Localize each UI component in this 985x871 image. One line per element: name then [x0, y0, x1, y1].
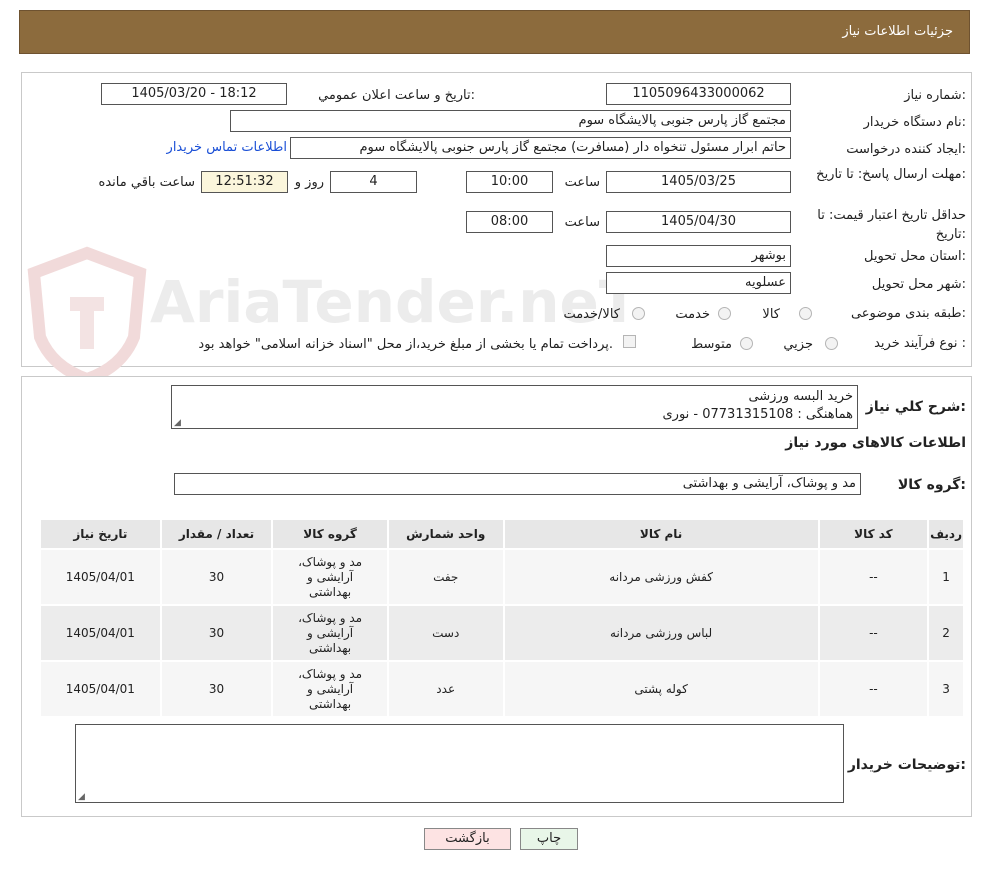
cell-date: 1405/04/01 — [39, 548, 162, 606]
cell-name: کفش ورزشی مردانه — [502, 548, 820, 606]
need-number-field: 1105096433000062 — [606, 83, 791, 105]
city-field: عسلویه — [606, 272, 791, 294]
summary-line-2: هماهنگی : 07731315108 - نوری — [662, 407, 853, 422]
cell-code: -- — [817, 604, 930, 662]
category-service-label: خدمت — [675, 307, 710, 322]
treasury-note: پرداخت تمام یا بخشی از مبلغ خرید،از محل … — [198, 337, 613, 352]
cell-row: 3 — [927, 660, 965, 718]
process-partial-label: جزیي — [783, 337, 813, 352]
cell-row: 1 — [927, 548, 965, 606]
table-row: 1 -- کفش ورزشی مردانه جفت مد و پوشاک، آر… — [39, 548, 965, 606]
need-number-label: شماره نیاز: — [904, 88, 966, 103]
page-title: جزئیات اطلاعات نیاز — [842, 24, 953, 39]
cell-group: مد و پوشاک، آرایشی و بهداشتی — [271, 604, 389, 662]
resize-grip-icon[interactable]: ◢ — [78, 792, 85, 802]
col-group: گروه کالا — [271, 518, 389, 550]
city-label: شهر محل تحويل: — [871, 277, 966, 292]
requester-field: حاتم ابرار مسئول تنخواه دار (مسافرت) مجت… — [290, 137, 791, 159]
goods-section-title: اطلاعات کالاهای مورد نیاز — [785, 435, 966, 451]
process-type-label: نوع فرآيند خريد : — [874, 336, 966, 351]
process-medium-radio[interactable] — [740, 337, 753, 350]
category-service-radio[interactable] — [718, 307, 731, 320]
goods-group-label: گروه کالا: — [897, 477, 966, 493]
watermark-logo-icon — [22, 245, 152, 386]
cell-unit: دست — [386, 604, 505, 662]
goods-group-field: مد و پوشاک، آرایشی و بهداشتی — [174, 473, 861, 495]
buyer-org-label: نام دستگاه خريدار: — [863, 115, 966, 130]
watermark-text: AriaTender.neT — [150, 268, 639, 336]
cell-code: -- — [817, 660, 930, 718]
col-date: تاریخ نیاز — [39, 518, 162, 550]
remaining-days-field: 4 — [330, 171, 417, 193]
announce-datetime-field: 1405/03/20 - 18:12 — [101, 83, 287, 105]
summary-label: شرح كلي نياز: — [865, 399, 966, 415]
col-name: نام کالا — [502, 518, 820, 550]
remaining-time-label: ساعت باقي مانده — [98, 175, 195, 190]
process-medium-label: متوسط — [691, 337, 732, 352]
reply-deadline-time-field: 10:00 — [466, 171, 553, 193]
province-field: بوشهر — [606, 245, 791, 267]
buyer-notes-textarea[interactable]: ◢ — [75, 724, 844, 803]
province-label: استان محل تحويل: — [864, 249, 966, 264]
col-qty: تعداد / مقدار — [159, 518, 274, 550]
summary-line-1: خرید البسه ورزشی — [748, 389, 853, 404]
reply-deadline-time-label: ساعت — [564, 175, 600, 190]
col-code: کد کالا — [817, 518, 930, 550]
price-validity-time-field: 08:00 — [466, 211, 553, 233]
back-button[interactable]: بازگشت — [424, 828, 511, 850]
resize-grip-icon[interactable]: ◢ — [174, 418, 181, 428]
reply-deadline-date-field: 1405/03/25 — [606, 171, 791, 193]
category-label: طبقه بندی موضوعی: — [850, 306, 966, 321]
print-button[interactable]: چاپ — [520, 828, 578, 850]
cell-unit: جفت — [386, 548, 505, 606]
cell-qty: 30 — [159, 548, 274, 606]
cell-qty: 30 — [159, 604, 274, 662]
remaining-time-field: 12:51:32 — [201, 171, 288, 193]
cell-name: لباس ورزشی مردانه — [502, 604, 820, 662]
price-validity-date-field: 1405/04/30 — [606, 211, 791, 233]
buyer-notes-label: توضیحات خریدار: — [847, 757, 966, 773]
cell-row: 2 — [927, 604, 965, 662]
cell-qty: 30 — [159, 660, 274, 718]
cell-unit: عدد — [386, 660, 505, 718]
items-table-header-row: رديف کد کالا نام کالا واحد شمارش گروه کا… — [39, 518, 965, 550]
items-table: رديف کد کالا نام کالا واحد شمارش گروه کا… — [39, 518, 965, 718]
process-partial-radio[interactable] — [825, 337, 838, 350]
category-goods-service-radio[interactable] — [632, 307, 645, 320]
col-unit: واحد شمارش — [386, 518, 505, 550]
announce-datetime-label: تاریخ و ساعت اعلان عمومي: — [318, 88, 475, 103]
cell-date: 1405/04/01 — [39, 660, 162, 718]
buyer-org-field: مجتمع گاز پارس جنوبی پالایشگاه سوم — [230, 110, 791, 132]
treasury-checkbox[interactable] — [623, 335, 636, 348]
summary-textarea[interactable]: خرید البسه ورزشی هماهنگی : 07731315108 -… — [171, 385, 858, 429]
cell-code: -- — [817, 548, 930, 606]
page-header: جزئیات اطلاعات نیاز — [19, 10, 970, 54]
category-goods-service-label: کالا/خدمت — [563, 307, 620, 322]
cell-date: 1405/04/01 — [39, 604, 162, 662]
category-goods-label: کالا — [762, 307, 780, 322]
buyer-contact-link[interactable]: اطلاعات تماس خريدار — [167, 140, 287, 155]
table-row: 3 -- کوله پشتی عدد مد و پوشاک، آرایشی و … — [39, 660, 965, 718]
category-goods-radio[interactable] — [799, 307, 812, 320]
table-row: 2 -- لباس ورزشی مردانه دست مد و پوشاک، آ… — [39, 604, 965, 662]
cell-name: کوله پشتی — [502, 660, 820, 718]
requester-label: ايجاد کننده درخواست: — [846, 142, 966, 157]
col-row: رديف — [927, 518, 965, 550]
cell-group: مد و پوشاک، آرایشی و بهداشتی — [271, 660, 389, 718]
remaining-days-label: روز و — [294, 175, 324, 190]
cell-group: مد و پوشاک، آرایشی و بهداشتی — [271, 548, 389, 606]
reply-deadline-label: مهلت ارسال پاسخ: تا تاریخ: — [816, 167, 966, 182]
price-validity-time-label: ساعت — [564, 215, 600, 230]
price-validity-label: حداقل تاریخ اعتبار قیمت: تا تاریخ: — [817, 208, 966, 242]
